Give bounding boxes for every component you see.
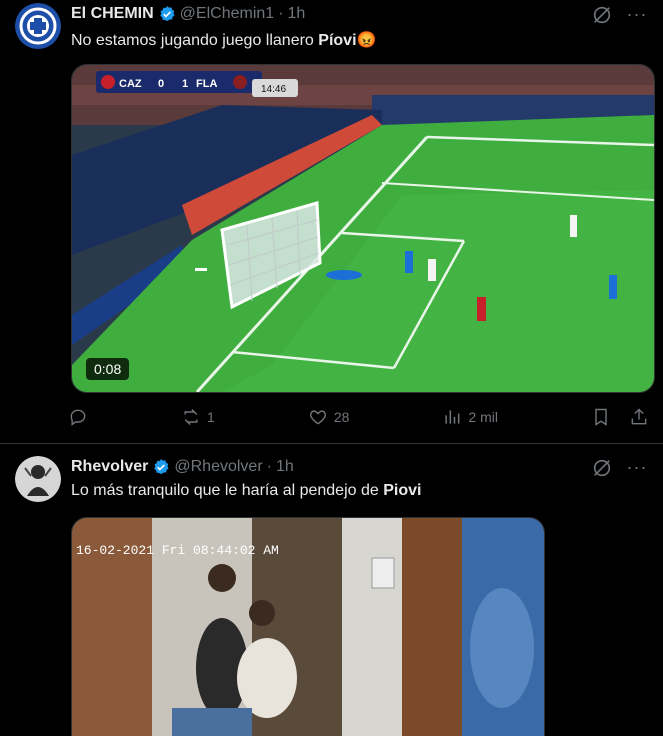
like-count: 28 (333, 409, 350, 425)
share-button[interactable] (629, 407, 649, 427)
video-player[interactable]: CAZ 0 1 FLA 14:46 0:08 (71, 64, 655, 393)
angry-emoji: 😡 (356, 32, 377, 49)
separator: · (266, 458, 272, 475)
separator: · (278, 5, 284, 22)
score-home-team: CAZ (119, 78, 142, 90)
video-duration: 0:08 (86, 358, 130, 380)
tweet-text-bold: Píovi (318, 32, 357, 49)
reply-button[interactable] (68, 407, 88, 427)
video-frame: 16-02-2021 Fri 08:44:02 AM (72, 518, 544, 736)
bookmark-button[interactable] (591, 407, 611, 427)
share-icon (631, 408, 647, 425)
tweet-text: Lo más tranquilo que le haría al pendejo… (71, 482, 421, 500)
display-name[interactable]: Rhevolver (71, 458, 148, 476)
verified-icon (152, 458, 170, 476)
match-clock: 14:46 (261, 84, 286, 95)
avatar[interactable] (15, 3, 61, 49)
tweet-text: No estamos jugando juego llanero Píovi😡 (71, 30, 376, 50)
like-button[interactable]: 28 (308, 407, 350, 427)
retweet-count: 1 (207, 409, 215, 425)
retweet-icon (184, 408, 198, 426)
reply-icon (70, 409, 86, 426)
tweet-header: Rhevolver @Rhevolver · 1h (71, 455, 294, 479)
more-icon[interactable]: ··· (625, 3, 649, 27)
handle[interactable]: @ElChemin1 (180, 5, 275, 23)
bookmark-icon (595, 408, 607, 426)
tweet-text-body: No estamos jugando juego llanero (71, 32, 319, 49)
score-home: 0 (158, 78, 164, 90)
score-away: 1 (182, 78, 188, 90)
video-player[interactable]: 16-02-2021 Fri 08:44:02 AM (71, 517, 545, 736)
avatar[interactable] (15, 456, 61, 502)
tweet-text-body: Lo más tranquilo que le haría al pendejo… (71, 482, 384, 499)
views-icon (445, 410, 460, 424)
display-name[interactable]: El CHEMIN (71, 5, 154, 23)
retweet-button[interactable]: 1 (181, 407, 215, 427)
more-icon[interactable]: ··· (625, 456, 649, 480)
views-count: 2 mil (468, 409, 498, 425)
handle[interactable]: @Rhevolver (174, 458, 262, 476)
cctv-timestamp: 16-02-2021 Fri 08:44:02 AM (76, 543, 279, 558)
action-bar: 1 28 2 mil (68, 405, 649, 429)
tweet-header: El CHEMIN @ElChemin1 · 1h (71, 2, 305, 26)
like-icon (309, 410, 326, 425)
tweet-text-bold: Piovi (383, 482, 422, 499)
grok-icon[interactable] (591, 457, 613, 479)
video-frame: CAZ 0 1 FLA 14:46 (72, 65, 654, 392)
timestamp[interactable]: 1h (276, 458, 294, 476)
tweet[interactable]: El CHEMIN @ElChemin1 · 1h ··· No estamos… (0, 0, 663, 444)
timestamp[interactable]: 1h (288, 5, 306, 23)
views-button[interactable]: 2 mil (442, 407, 498, 427)
verified-icon (158, 5, 176, 23)
grok-icon[interactable] (591, 4, 613, 26)
tweet[interactable]: Rhevolver @Rhevolver · 1h ··· Lo más tra… (0, 444, 663, 736)
score-away-team: FLA (196, 78, 217, 90)
